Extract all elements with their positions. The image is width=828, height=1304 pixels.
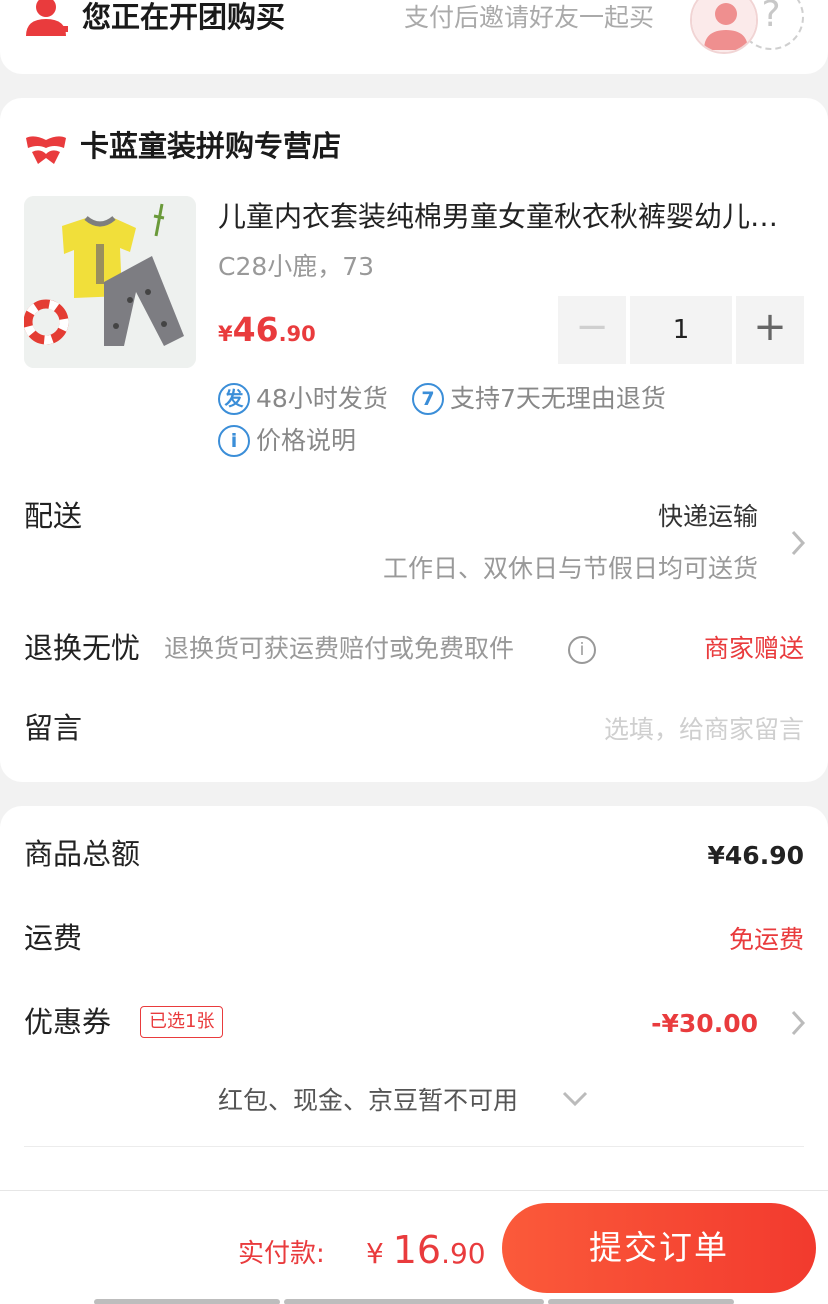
coupon-discount-value[interactable]: -¥30.00 [651,1008,758,1040]
group-buy-title: 您正在开团购买 [82,0,286,34]
service-48h-shipping: 发 48小时发货 [218,382,388,416]
total-integer: 16 [392,1228,442,1272]
store-logo-icon [26,136,66,164]
service-7day-return: 7 支持7天无理由退货 [412,382,666,416]
shipping-fee-value: 免运费 [728,925,804,954]
product-photo-illustration [24,196,196,368]
quantity-value[interactable]: 1 [630,296,732,364]
subtotal-value: ¥46.90 [707,841,804,870]
total-label: 实付款: [238,1239,325,1269]
avatar [690,0,758,54]
group-buy-banner: 您正在开团购买 支付后邀请好友一起买 ? [0,0,828,74]
currency-symbol: ¥ [366,1237,393,1270]
user-icon [26,0,68,36]
info-icon: i [218,425,250,457]
home-indicator [94,1299,734,1304]
shipping-fee-label: 运费 [24,921,83,955]
avatar-silhouette-icon [692,0,756,52]
seven-day-badge-icon: 7 [412,383,444,415]
message-label: 留言 [24,711,83,745]
wallet-unavailable-note[interactable]: 红包、现金、京豆暂不可用 [218,1084,518,1118]
service-label: 价格说明 [256,426,357,455]
product-title[interactable]: 儿童内衣套装纯棉男童女童秋衣秋裤婴幼儿宝宝衣服套装 [218,198,804,236]
total-decimal: .90 [441,1237,486,1270]
shipping-badge-icon: 发 [218,383,250,415]
currency-symbol: ¥ [218,322,233,346]
coupon-label: 优惠券 [24,1005,112,1039]
quantity-stepper: − 1 + [558,296,804,364]
return-service-label: 退换无忧 [24,631,141,665]
product-image[interactable] [24,196,196,368]
service-label: 支持7天无理由退货 [450,384,666,413]
message-input[interactable] [404,710,804,748]
total-amount: ¥ 16.90 [366,1225,486,1283]
coupon-selected-badge: 已选1张 [140,1006,224,1038]
increase-quantity-button[interactable]: + [736,296,804,364]
divider [24,1146,804,1147]
store-order-card: 卡蓝童装拼购专营店 儿童内衣套装纯棉男童女童秋衣秋裤婴幼儿宝宝衣服套装 C28小… [0,98,828,782]
chevron-down-icon[interactable] [560,1088,590,1110]
price-explanation-link[interactable]: i 价格说明 [218,424,356,458]
store-name[interactable]: 卡蓝童装拼购专营店 [80,128,341,164]
product-spec: C28小鹿，73 [218,252,375,281]
checkout-bar: 实付款: ¥ 16.90 提交订单 [0,1190,828,1304]
price-decimal: .90 [278,322,316,346]
delivery-method[interactable]: 快递运输 [658,500,758,534]
delivery-label: 配送 [24,499,83,533]
info-icon[interactable]: i [568,636,596,664]
delivery-note: 工作日、双休日与节假日均可送货 [382,554,758,583]
price-integer: 46 [232,310,279,349]
service-label: 48小时发货 [256,384,388,413]
chevron-right-icon[interactable] [788,1008,808,1038]
chevron-right-icon[interactable] [788,528,808,558]
return-service-desc: 退换货可获运费赔付或免费取件 [164,634,515,663]
product-price: ¥46.90 [218,310,316,356]
submit-order-button[interactable]: 提交订单 [502,1203,816,1293]
invite-hint: 支付后邀请好友一起买 [404,3,655,32]
decrease-quantity-button[interactable]: − [558,296,626,364]
merchant-gift-label: 商家赠送 [703,634,804,663]
subtotal-label: 商品总额 [24,837,141,871]
